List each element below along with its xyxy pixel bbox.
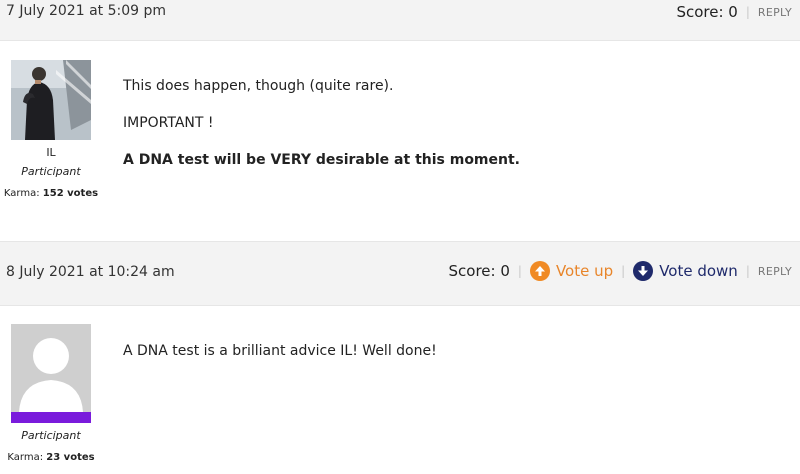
comment-actions: Score: 0 | Vote up | Vote down | REPLY	[449, 261, 792, 281]
author-karma: Karma: 23 votes	[0, 452, 102, 463]
avatar-photo	[11, 60, 91, 140]
avatar[interactable]	[11, 60, 91, 140]
comment-author: Participant Karma: 23 votes	[0, 305, 102, 463]
separator: |	[621, 264, 626, 278]
vote-up-button[interactable]: Vote up	[529, 261, 614, 281]
comment: Participant Karma: 23 votes A DNA test i…	[0, 305, 800, 474]
arrow-down-circle-icon	[633, 261, 654, 281]
author-name[interactable]: IL	[0, 146, 102, 159]
default-avatar-icon	[11, 324, 91, 412]
comment-paragraph: This does happen, though (quite rare).	[123, 78, 394, 94]
role-bar	[11, 412, 91, 423]
separator: |	[517, 264, 522, 278]
score-label: Score: 0	[676, 3, 738, 21]
comment-paragraph: A DNA test is a brilliant advice IL! Wel…	[123, 343, 437, 359]
comment-paragraph: A DNA test will be VERY desirable at thi…	[123, 152, 520, 168]
separator: |	[745, 5, 750, 19]
karma-label: Karma:	[7, 452, 44, 463]
separator: |	[745, 264, 750, 278]
comment: IL Participant Karma: 152 votes This doe…	[0, 41, 800, 241]
reply-link[interactable]: REPLY	[758, 265, 792, 278]
avatar[interactable]	[11, 324, 91, 412]
karma-label: Karma:	[3, 188, 40, 199]
comment-paragraph: IMPORTANT !	[123, 115, 214, 131]
author-karma: Karma: 152 votes	[0, 188, 102, 199]
comment-date: 8 July 2021 at 10:24 am	[6, 264, 175, 280]
vote-down-label: Vote down	[659, 262, 738, 280]
score-label: Score: 0	[448, 262, 510, 280]
arrow-up-circle-icon	[529, 261, 550, 281]
comment-author: IL Participant Karma: 152 votes	[0, 41, 102, 199]
comment-date: 7 July 2021 at 5:09 pm	[6, 3, 166, 19]
karma-value: 23 votes	[46, 452, 95, 463]
karma-value: 152 votes	[42, 188, 99, 199]
author-role: Participant	[21, 429, 81, 442]
author-role: Participant	[21, 165, 81, 178]
comment-header: 7 July 2021 at 5:09 pm Score: 0 | REPLY	[0, 0, 800, 41]
comment-body: A DNA test is a brilliant advice IL! Wel…	[123, 343, 437, 380]
vote-down-button[interactable]: Vote down	[633, 261, 738, 281]
comment-actions: Score: 0 | REPLY	[676, 3, 792, 21]
reply-link[interactable]: REPLY	[758, 6, 792, 19]
vote-up-label: Vote up	[555, 262, 614, 280]
comment-header: 8 July 2021 at 10:24 am Score: 0 | Vote …	[0, 241, 800, 306]
comment-body: This does happen, though (quite rare). I…	[123, 78, 520, 189]
